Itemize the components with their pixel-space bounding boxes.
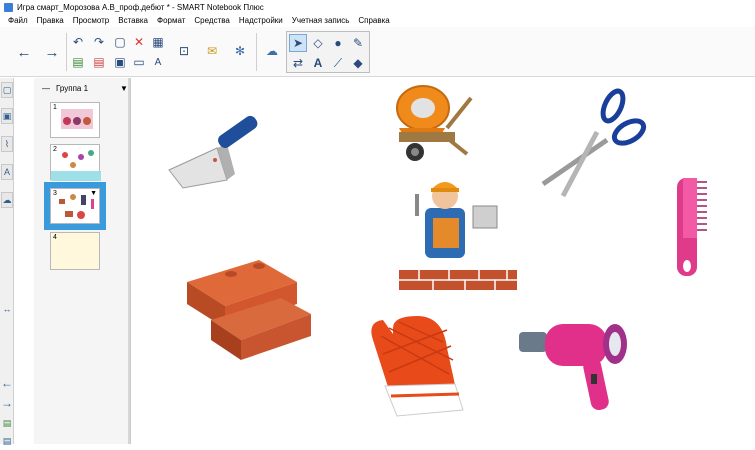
blank-page-icon[interactable]: ▢ [113, 35, 127, 49]
back-arrow-icon[interactable]: ← [14, 43, 34, 61]
table-icon[interactable]: ▦ [151, 35, 165, 49]
menu-insert[interactable]: Вставка [118, 16, 148, 25]
page-menu-arrow-icon[interactable]: ▼ [90, 190, 97, 197]
bricklayer-image[interactable] [399, 182, 517, 290]
menu-account[interactable]: Учетная запись [292, 16, 350, 25]
line-icon[interactable]: ⟋ [329, 54, 347, 72]
menu-help[interactable]: Справка [358, 16, 389, 25]
gallery-tab-icon[interactable]: ▣ [1, 108, 13, 124]
addons-tab-icon[interactable]: ☁ [1, 192, 13, 208]
page-1-preview [61, 109, 93, 129]
page-thumb-4[interactable]: 4 [50, 232, 100, 270]
collapse-icon[interactable]: — [42, 84, 50, 93]
title-bar: Игра смарт_Морозова А.В_проф.дебют * - S… [0, 0, 755, 14]
whiteboard-canvas[interactable] [130, 78, 755, 444]
undo-icon[interactable]: ↶ [71, 35, 85, 49]
eraser-icon[interactable]: ◆ [349, 54, 367, 72]
page-list-icon[interactable]: ▤ [1, 434, 13, 450]
attachments-tab-icon[interactable]: ⌇ [1, 136, 13, 152]
page-thumb-3[interactable]: 3 ▼ [44, 182, 106, 230]
side-tab-strip: ▢ ▣ ⌇ A ☁ ↔ ← → ▤ ▤ [0, 78, 14, 446]
group-header[interactable]: — Группа 1 ▼ [42, 84, 128, 93]
menu-addons[interactable]: Надстройки [239, 16, 283, 25]
scissors-image[interactable] [541, 88, 647, 198]
select-icon[interactable]: ➤ [289, 34, 307, 52]
page-sorter-panel: — Группа 1 ▼ 1 2 3 ▼ 4 [34, 78, 130, 444]
menu-bar: Файл Правка Просмотр Вставка Формат Сред… [0, 14, 755, 27]
menu-format[interactable]: Формат [157, 16, 185, 25]
page-sorter-tab-icon[interactable]: ▢ [1, 82, 13, 98]
page-2-preview [51, 150, 101, 181]
menu-view[interactable]: Просмотр [73, 16, 110, 25]
measure-icon[interactable]: ⇄ [289, 54, 307, 72]
remove-page-icon[interactable]: ▤ [92, 55, 106, 69]
text-size-icon[interactable]: A [151, 55, 165, 69]
page-thumb-2[interactable]: 2 [50, 144, 101, 181]
screen-shade-icon[interactable]: ▭ [132, 55, 146, 69]
comb-image[interactable] [677, 178, 707, 276]
bricks-image[interactable] [187, 260, 311, 360]
screen-capture-icon[interactable]: ⊡ [174, 39, 194, 63]
save-icon[interactable]: ▣ [113, 55, 127, 69]
resize-handle-icon[interactable]: ↔ [1, 302, 13, 318]
window-title: Игра смарт_Морозова А.В_проф.дебют * - S… [17, 2, 264, 12]
oven-mitt-image[interactable] [371, 316, 464, 417]
fill-icon[interactable]: ● [329, 34, 347, 52]
hair-dryer-image[interactable] [519, 324, 627, 412]
cement-mixer-image[interactable] [396, 85, 473, 161]
add-page-icon[interactable]: ▤ [71, 55, 85, 69]
tools-group: ➤ ◇ ● ✎ ⇄ A ⟋ ◆ [286, 31, 370, 73]
forward-arrow-icon[interactable]: → [42, 43, 62, 61]
app-icon [4, 2, 13, 12]
putty-knife-image[interactable] [168, 114, 260, 189]
group-label: Группа 1 [56, 84, 89, 93]
next-page-icon[interactable]: → [1, 396, 13, 412]
prev-page-icon[interactable]: ← [1, 376, 13, 392]
group-menu-arrow-icon[interactable]: ▼ [120, 84, 128, 93]
page-thumb-1[interactable]: 1 [50, 102, 100, 138]
menu-edit[interactable]: Правка [37, 16, 64, 25]
add-ons-icon[interactable]: ✻ [230, 39, 250, 63]
properties-tab-icon[interactable]: A [1, 164, 13, 180]
menu-tools[interactable]: Средства [194, 16, 229, 25]
gallery-icon[interactable]: ☁ [262, 39, 282, 63]
add-page-bottom-icon[interactable]: ▤ [1, 416, 13, 432]
pen-icon[interactable]: ✎ [349, 34, 367, 52]
insert-media-icon[interactable]: ✉ [202, 39, 222, 63]
menu-file[interactable]: Файл [8, 16, 28, 25]
toolbar: ← → ↶ ↷ ▢ ✕ ▦ ▤ ▤ ▣ ▭ A ⊡ ✉ ✻ ☁ ➤ ◇ ● ✎ … [0, 27, 755, 77]
text-icon[interactable]: A [309, 54, 327, 72]
redo-icon[interactable]: ↷ [92, 35, 106, 49]
delete-icon[interactable]: ✕ [132, 35, 146, 49]
shapes-icon[interactable]: ◇ [309, 34, 327, 52]
